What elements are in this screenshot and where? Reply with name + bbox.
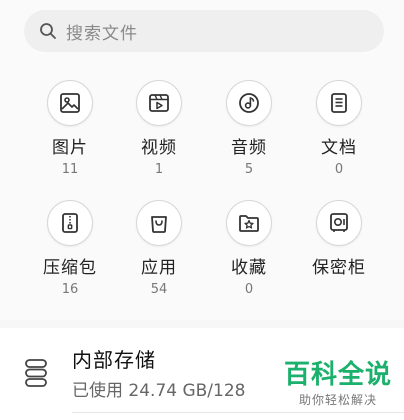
category-label: 视频 xyxy=(141,138,177,158)
category-apps[interactable]: 应用 54 xyxy=(116,200,202,298)
file-categories-panel: 搜索文件 图片 11 视频 1 音频 5 文档 0 压缩包 16 应用 54 收… xyxy=(0,0,404,320)
category-images[interactable]: 图片 11 xyxy=(27,80,113,178)
category-label: 压缩包 xyxy=(43,258,97,278)
search-bar[interactable]: 搜索文件 xyxy=(24,10,384,52)
divider xyxy=(72,412,404,413)
category-archives[interactable]: 压缩包 16 xyxy=(27,200,113,298)
audio-icon xyxy=(226,80,272,126)
video-icon xyxy=(136,80,182,126)
category-audio[interactable]: 音频 5 xyxy=(206,80,292,178)
category-count: 1 xyxy=(154,162,164,177)
category-documents[interactable]: 文档 0 xyxy=(296,80,382,178)
category-count: 16 xyxy=(61,282,79,297)
category-count: 5 xyxy=(244,162,254,177)
watermark-brand: 百科全说 xyxy=(283,360,392,390)
storage-usage: 已使用 24.74 GB/128 xyxy=(72,381,246,401)
category-label: 音频 xyxy=(231,138,267,158)
category-label: 文档 xyxy=(321,138,357,158)
category-count: 0 xyxy=(334,162,344,177)
watermark-tagline: 助你轻松解决 xyxy=(298,393,377,407)
category-count: 54 xyxy=(150,282,168,297)
safe-icon xyxy=(316,200,362,246)
watermark-logo: 百科全说 助你轻松解决 xyxy=(280,360,396,408)
category-videos[interactable]: 视频 1 xyxy=(116,80,202,178)
favorite-folder-icon xyxy=(226,200,272,246)
storage-title: 内部存储 xyxy=(72,348,156,372)
app-bag-icon xyxy=(136,200,182,246)
category-favorites[interactable]: 收藏 0 xyxy=(206,200,292,298)
image-icon xyxy=(47,80,93,126)
category-label: 保密柜 xyxy=(312,258,366,278)
category-label: 图片 xyxy=(52,138,88,158)
search-icon xyxy=(38,21,58,41)
search-placeholder: 搜索文件 xyxy=(66,23,138,44)
storage-icon xyxy=(24,358,48,392)
category-label: 收藏 xyxy=(231,258,267,278)
document-icon xyxy=(316,80,362,126)
category-safe[interactable]: 保密柜 xyxy=(296,200,382,282)
category-count: 0 xyxy=(244,282,254,297)
archive-icon xyxy=(47,200,93,246)
category-count: 11 xyxy=(61,162,79,177)
category-label: 应用 xyxy=(141,258,177,278)
